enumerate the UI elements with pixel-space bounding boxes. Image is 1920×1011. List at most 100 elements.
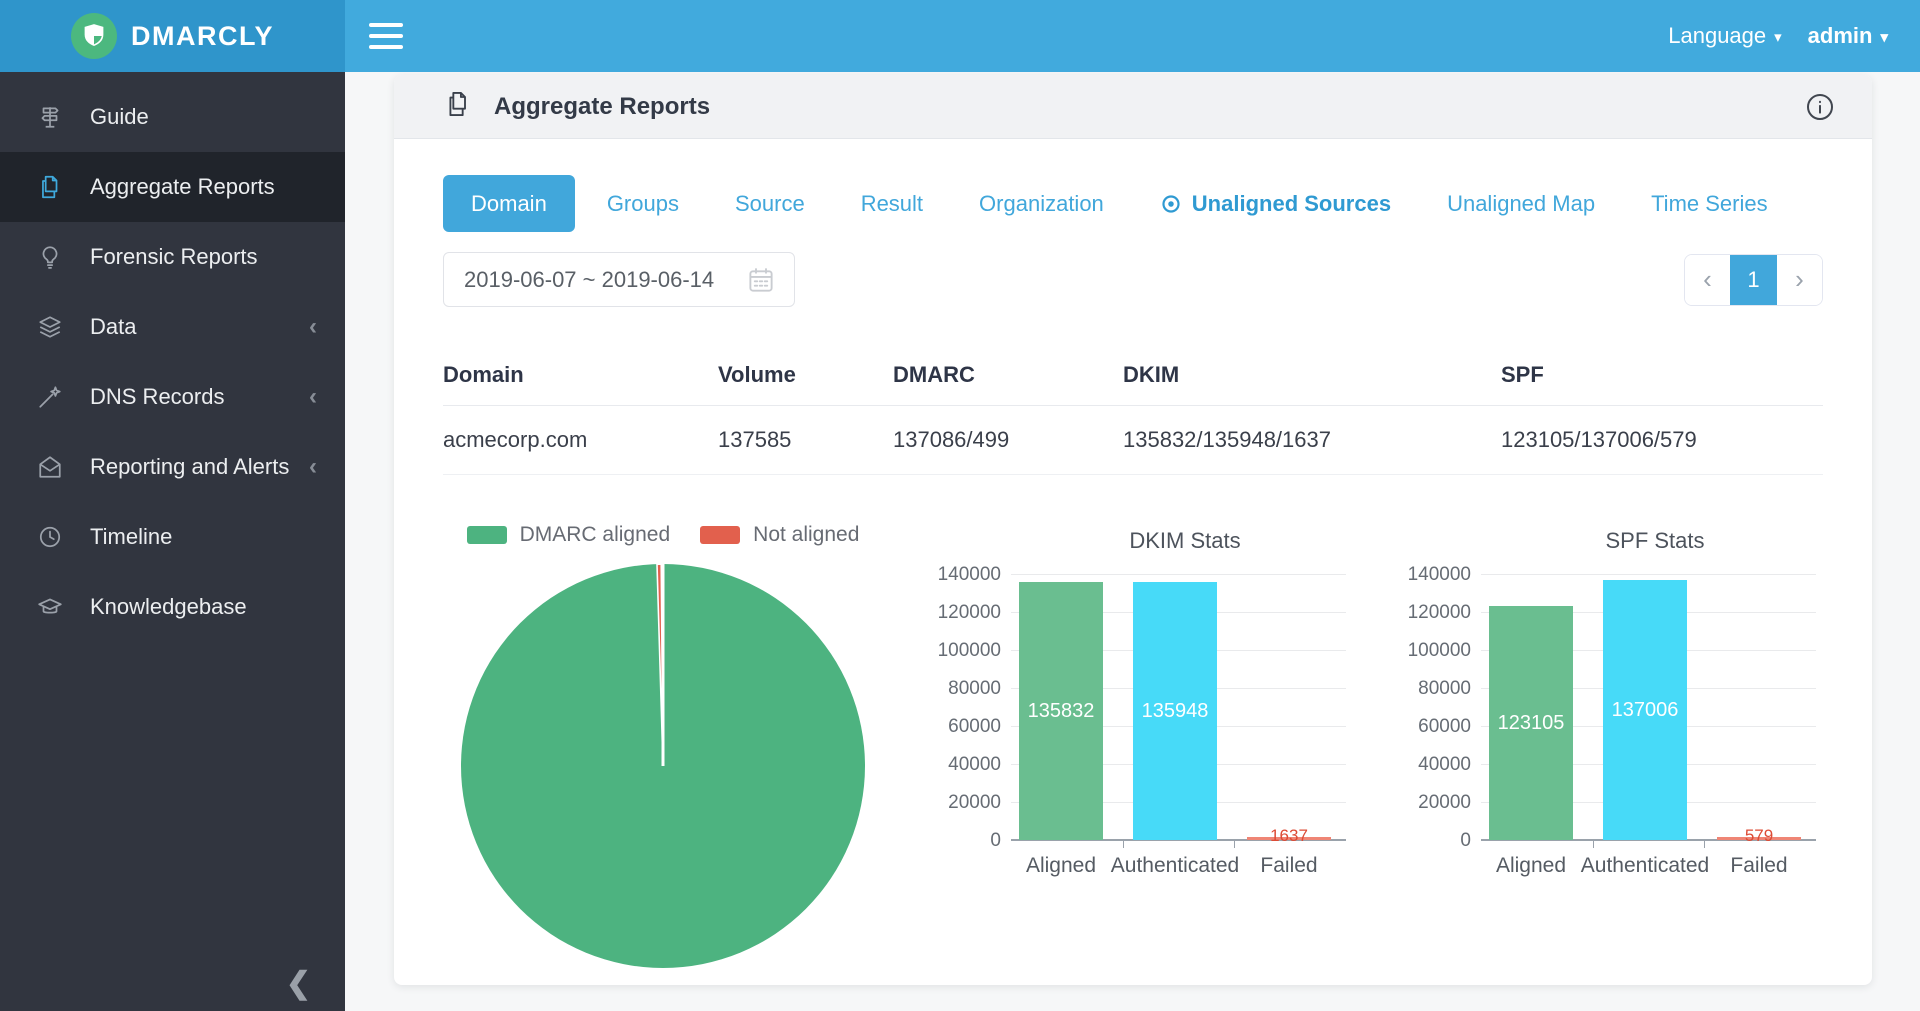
pagination-current-page[interactable]: 1: [1730, 255, 1777, 305]
brand-logo[interactable]: DMARCLY: [0, 0, 345, 72]
cell-volume: 137585: [718, 406, 893, 474]
date-range-picker[interactable]: 2019-06-07 ~ 2019-06-14: [443, 252, 795, 307]
cell-spf: 123105/137006/579: [1501, 406, 1823, 474]
bar-plot: 135832 135948 1637: [1011, 574, 1346, 840]
y-tick: 80000: [1418, 678, 1471, 700]
y-tick: 80000: [948, 678, 1001, 700]
sidebar-item-label: Timeline: [90, 524, 317, 550]
hamburger-menu-icon[interactable]: [369, 23, 403, 49]
chevron-down-icon: ▾: [1774, 28, 1782, 46]
charts-row: DMARC aligned Not aligned: [443, 522, 1872, 972]
column-header-spf: SPF: [1501, 345, 1823, 405]
x-tick: Failed: [1730, 854, 1787, 878]
y-tick: 40000: [948, 754, 1001, 776]
sidebar-item-forensic-reports[interactable]: Forensic Reports: [0, 222, 345, 292]
tab-label: Result: [861, 191, 923, 217]
sidebar-collapse-button[interactable]: ❮: [286, 966, 311, 1001]
tab-domain[interactable]: Domain: [443, 175, 575, 232]
chart-title: DKIM Stats: [939, 528, 1359, 554]
tab-label: Time Series: [1651, 191, 1768, 217]
topbar-right: Language ▾ admin ▾: [1668, 23, 1920, 49]
bar-authenticated[interactable]: 135948: [1133, 582, 1217, 840]
shield-logo-icon: [71, 13, 117, 59]
y-axis-labels: 140000 120000 100000 80000 60000 40000 2…: [1409, 574, 1481, 840]
sidebar-item-timeline[interactable]: Timeline: [0, 502, 345, 572]
legend-item-not-aligned[interactable]: Not aligned: [700, 523, 859, 547]
table-row[interactable]: acmecorp.com 137585 137086/499 135832/13…: [443, 406, 1823, 475]
column-header-dkim: DKIM: [1123, 345, 1501, 405]
sidebar-item-label: Aggregate Reports: [90, 174, 317, 200]
chevron-right-icon: ›: [1795, 264, 1804, 295]
tab-label: Unaligned Map: [1447, 191, 1595, 217]
pagination-prev-button[interactable]: ‹: [1685, 255, 1730, 305]
graduation-cap-icon: [36, 593, 64, 621]
sidebar-item-aggregate-reports[interactable]: Aggregate Reports: [0, 152, 345, 222]
main-content: Aggregate Reports Domain Groups Source: [345, 72, 1920, 1011]
page-title: Aggregate Reports: [494, 93, 710, 121]
tab-unaligned-sources[interactable]: Unaligned Sources: [1136, 175, 1415, 232]
app-root: DMARCLY Language ▾ admin ▾ Guide: [0, 0, 1920, 1011]
sidebar-item-guide[interactable]: Guide: [0, 82, 345, 152]
filter-row: 2019-06-07 ~ 2019-06-14 ‹ 1: [443, 252, 1823, 307]
sidebar-item-label: Reporting and Alerts: [90, 454, 309, 480]
sidebar-item-data[interactable]: Data ‹: [0, 292, 345, 362]
sidebar-item-label: Knowledgebase: [90, 594, 317, 620]
tab-groups[interactable]: Groups: [583, 175, 703, 232]
x-tick: Aligned: [1026, 854, 1096, 878]
user-dropdown[interactable]: admin ▾: [1808, 23, 1888, 49]
sidebar-item-reporting-and-alerts[interactable]: Reporting and Alerts ‹: [0, 432, 345, 502]
bar-value-label: 579: [1745, 826, 1773, 846]
sidebar-item-label: Guide: [90, 104, 317, 130]
tab-label: Domain: [471, 191, 547, 217]
legend-label: Not aligned: [753, 523, 859, 547]
pagination-next-button[interactable]: ›: [1777, 255, 1822, 305]
table-header-row: Domain Volume DMARC DKIM SPF: [443, 345, 1823, 406]
chevron-left-icon: ‹: [309, 313, 317, 341]
bar-failed[interactable]: 579: [1717, 837, 1801, 840]
sidebar-item-knowledgebase[interactable]: Knowledgebase: [0, 572, 345, 642]
tab-time-series[interactable]: Time Series: [1627, 175, 1792, 232]
tab-organization[interactable]: Organization: [955, 175, 1128, 232]
bar-aligned[interactable]: 135832: [1019, 582, 1103, 840]
x-tick: Authenticated: [1111, 854, 1239, 878]
y-tick: 60000: [1418, 716, 1471, 738]
tab-label: Organization: [979, 191, 1104, 217]
bar-failed[interactable]: 1637: [1247, 837, 1331, 840]
y-tick: 20000: [1418, 792, 1471, 814]
bar-aligned[interactable]: 123105: [1489, 606, 1573, 840]
pie-graphic[interactable]: [457, 560, 869, 972]
brand-name: DMARCLY: [131, 21, 274, 52]
sidebar-item-dns-records[interactable]: DNS Records ‹: [0, 362, 345, 432]
y-tick: 140000: [938, 564, 1001, 586]
y-tick: 120000: [938, 602, 1001, 624]
chevron-left-icon: ‹: [309, 383, 317, 411]
user-label: admin: [1808, 23, 1873, 49]
bar-value-label: 137006: [1612, 699, 1679, 722]
pagination: ‹ 1 ›: [1684, 254, 1823, 306]
y-tick: 0: [990, 830, 1001, 852]
tab-label: Unaligned Sources: [1192, 191, 1391, 217]
x-tick: Aligned: [1496, 854, 1566, 878]
tab-result[interactable]: Result: [837, 175, 947, 232]
card-header: Aggregate Reports: [394, 75, 1872, 139]
mail-open-icon: [36, 453, 64, 481]
legend-item-dmarc-aligned[interactable]: DMARC aligned: [467, 523, 671, 547]
tab-unaligned-map[interactable]: Unaligned Map: [1423, 175, 1619, 232]
x-tick: Authenticated: [1581, 854, 1709, 878]
tab-label: Source: [735, 191, 805, 217]
pie-legend: DMARC aligned Not aligned: [467, 522, 860, 548]
bar-value-label: 135832: [1028, 700, 1095, 723]
y-tick: 20000: [948, 792, 1001, 814]
y-tick: 140000: [1408, 564, 1471, 586]
y-tick: 0: [1460, 830, 1471, 852]
wand-icon: [36, 383, 64, 411]
tab-source[interactable]: Source: [711, 175, 829, 232]
column-header-domain: Domain: [443, 345, 718, 405]
column-header-volume: Volume: [718, 345, 893, 405]
language-dropdown[interactable]: Language ▾: [1668, 23, 1781, 49]
bar-plot: 123105 137006 579: [1481, 574, 1816, 840]
pages-icon: [36, 173, 64, 201]
topbar: DMARCLY Language ▾ admin ▾: [0, 0, 1920, 72]
info-icon[interactable]: [1804, 91, 1836, 123]
bar-authenticated[interactable]: 137006: [1603, 580, 1687, 840]
